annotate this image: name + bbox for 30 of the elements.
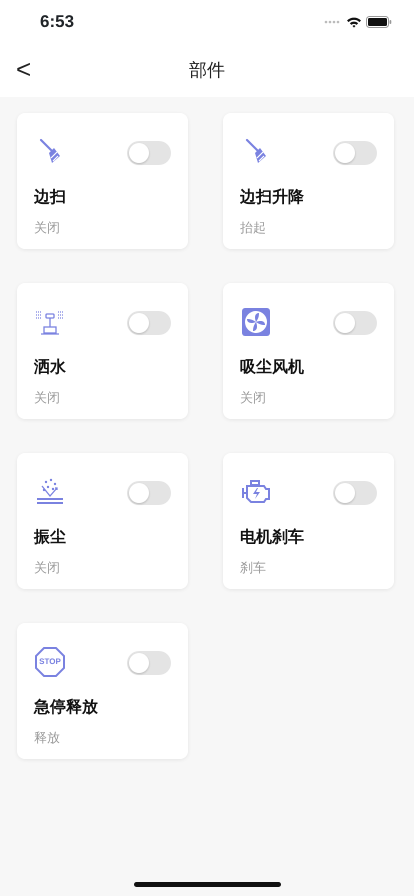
component-status: 抬起 [240, 219, 267, 237]
stop-label: STOP [39, 658, 61, 666]
stop-sign-icon [34, 646, 66, 678]
component-name: 洒水 [34, 358, 67, 378]
toggle-switch[interactable] [127, 141, 171, 165]
toggle-switch[interactable] [127, 311, 171, 335]
component-status: 关闭 [34, 559, 61, 577]
component-name: 边扫 [34, 188, 67, 208]
fan-icon [240, 306, 272, 338]
battery-icon [366, 16, 392, 28]
component-status: 关闭 [240, 389, 267, 407]
component-status: 关闭 [34, 219, 61, 237]
toggle-switch[interactable] [333, 141, 377, 165]
component-name: 吸尘风机 [240, 358, 305, 378]
toggle-switch[interactable] [127, 481, 171, 505]
page-title: 部件 [189, 59, 225, 82]
component-name: 振尘 [34, 528, 67, 548]
toggle-switch[interactable] [333, 311, 377, 335]
signal-icon [324, 20, 342, 24]
status-time: 6:53 [40, 11, 74, 34]
component-status: 关闭 [34, 389, 61, 407]
toggle-switch[interactable] [333, 481, 377, 505]
component-name: 电机刹车 [240, 527, 305, 548]
back-button[interactable]: < [10, 54, 38, 84]
component-status: 刹车 [240, 559, 267, 577]
wifi-icon [346, 16, 362, 28]
component-name: 急停释放 [34, 698, 99, 718]
component-name: 边扫升降 [240, 187, 305, 208]
component-status: 释放 [34, 729, 61, 747]
toggle-switch[interactable] [127, 651, 171, 675]
